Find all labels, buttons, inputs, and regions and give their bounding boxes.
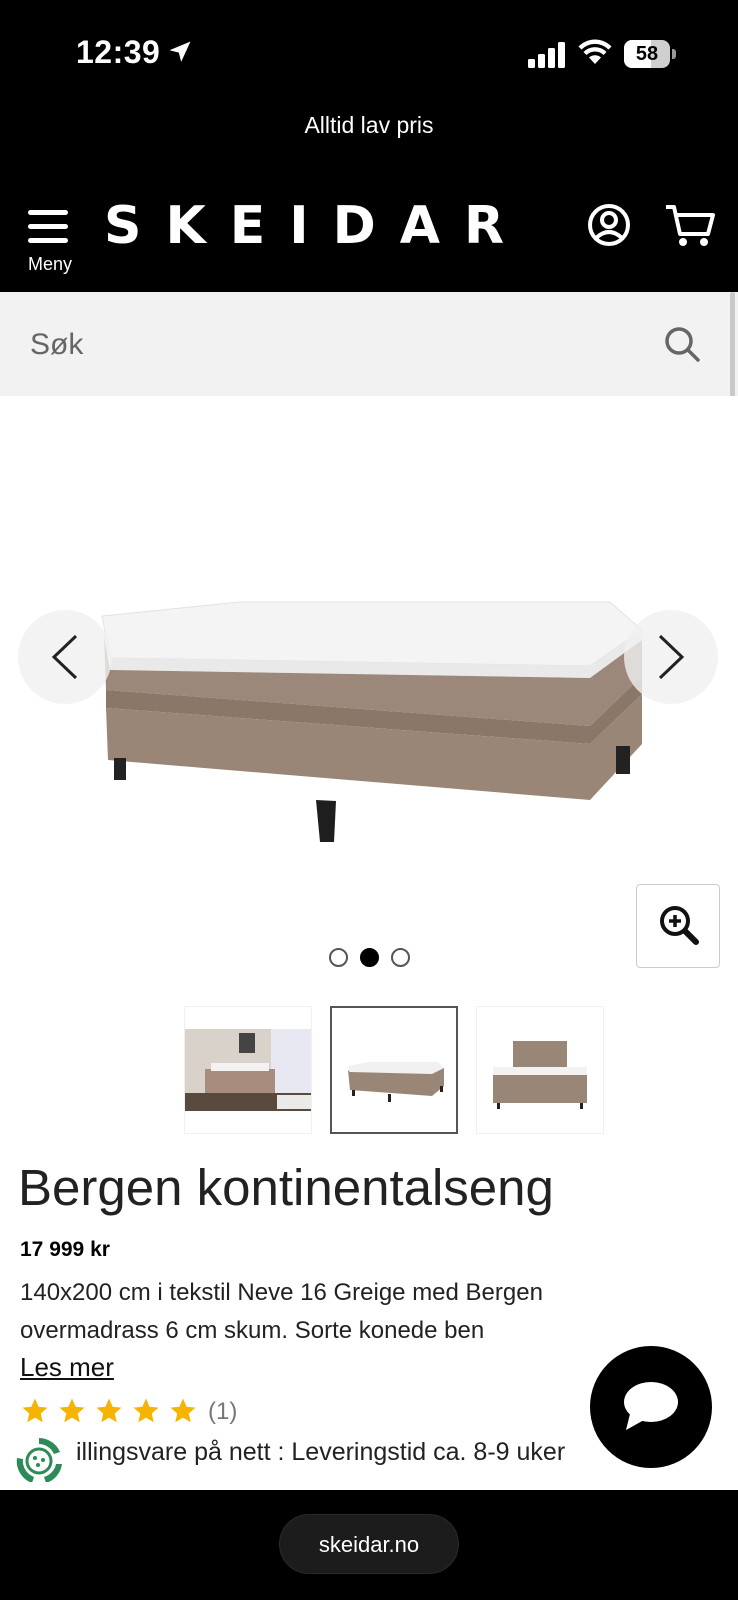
status-time: 12:39	[76, 34, 161, 70]
account-icon[interactable]	[586, 202, 632, 248]
skeidar-logo[interactable]: SKEIDAR	[104, 196, 528, 256]
search-input[interactable]	[30, 320, 630, 370]
thumbnail-bed-angled[interactable]	[330, 1006, 458, 1134]
search-icon[interactable]	[660, 322, 706, 368]
pagination-dot[interactable]	[359, 948, 379, 967]
location-arrow-icon	[169, 41, 191, 62]
menu-label: Meny	[27, 254, 72, 274]
star-icon	[170, 1398, 196, 1423]
product-gallery	[0, 396, 738, 1134]
delivery-text: illingsvare på nett : Leveringstid ca. 8…	[76, 1438, 566, 1466]
promo-banner: Alltid lav pris	[0, 100, 738, 180]
pagination-dot[interactable]	[390, 948, 410, 967]
read-more-link[interactable]: Les mer	[20, 1352, 114, 1383]
gallery-prev-button[interactable]	[18, 610, 112, 704]
star-icon	[22, 1398, 48, 1423]
thumbnail-bed-front[interactable]	[476, 1006, 604, 1134]
star-icon	[96, 1398, 122, 1423]
product-price: 17 999 kr	[20, 1238, 110, 1261]
chevron-right-icon	[658, 634, 685, 680]
zoom-in-icon	[660, 906, 699, 945]
battery-icon: 58	[624, 40, 676, 68]
chat-bubble-icon	[624, 1382, 678, 1430]
product-page: Bergen kontinentalseng 17 999 kr 140x200…	[0, 396, 738, 1490]
page-scrollbar[interactable]	[730, 292, 735, 408]
gallery-next-button[interactable]	[624, 610, 718, 704]
search-bar	[0, 292, 738, 396]
chevron-left-icon	[51, 634, 78, 680]
menu-button[interactable]: Meny	[22, 200, 74, 280]
site-header: Meny SKEIDAR	[0, 180, 738, 292]
star-icon	[133, 1398, 159, 1423]
eco-recycle-icon[interactable]	[12, 1434, 66, 1482]
product-description: 140x200 cm i tekstil Neve 16 Greige med …	[20, 1279, 543, 1344]
browser-bottom-bar: skeidar.no	[0, 1490, 738, 1600]
rating-count: (1)	[208, 1398, 238, 1425]
cart-icon[interactable]	[664, 202, 716, 248]
hamburger-icon	[28, 210, 68, 244]
product-title: Bergen kontinentalseng	[18, 1159, 554, 1216]
status-bar: 12:39 58	[0, 0, 738, 100]
cellular-signal-icon	[528, 42, 565, 68]
thumbnail-strip	[184, 1006, 604, 1134]
pagination-dot[interactable]	[328, 948, 348, 967]
product-main-image[interactable]	[90, 596, 670, 866]
star-icon	[59, 1398, 85, 1423]
gallery-pagination	[0, 948, 738, 972]
url-bar[interactable]: skeidar.no	[279, 1514, 459, 1574]
wifi-icon	[578, 39, 612, 64]
thumbnail-bedroom-scene[interactable]	[184, 1006, 312, 1134]
battery-percentage: 58	[635, 43, 659, 65]
chat-button[interactable]	[590, 1346, 712, 1468]
